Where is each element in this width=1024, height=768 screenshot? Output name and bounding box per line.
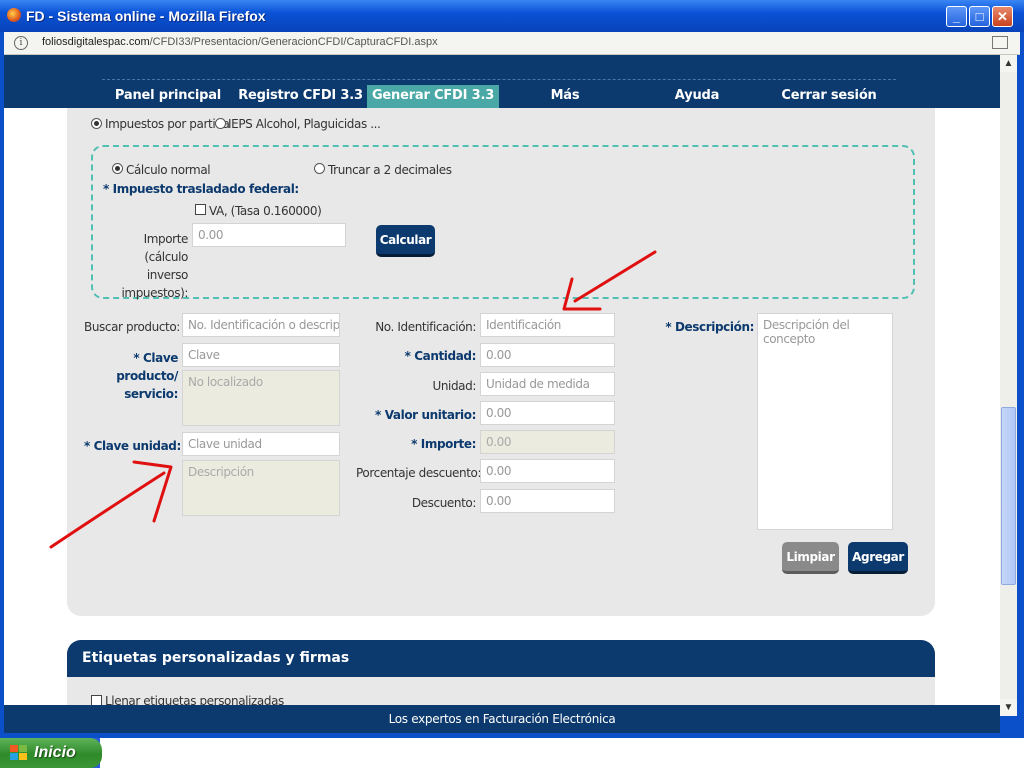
iva-checkbox[interactable] bbox=[195, 204, 206, 215]
clave-unidad-description: Descripción bbox=[182, 460, 340, 516]
porcentaje-descuento-label: Porcentaje descuento: bbox=[356, 466, 482, 480]
maximize-button[interactable]: □ bbox=[969, 6, 990, 27]
descuento-label: Descuento: bbox=[411, 496, 477, 510]
nav-panel-principal[interactable]: Panel principal bbox=[102, 85, 234, 108]
valor-unitario-input[interactable]: 0.00 bbox=[480, 401, 615, 425]
main-nav: Panel principal Registro CFDI 3.3 Genera… bbox=[4, 55, 1000, 108]
nav-registro-cfdi[interactable]: Registro CFDI 3.3 bbox=[234, 85, 367, 108]
page-viewport: Panel principal Registro CFDI 3.3 Genera… bbox=[4, 55, 1000, 705]
impuesto-federal-label: * Impuesto trasladado federal: bbox=[103, 182, 299, 196]
tax-calc-box bbox=[91, 145, 915, 299]
etiquetas-checkbox[interactable] bbox=[91, 695, 102, 705]
etiquetas-title: Etiquetas personalizadas y firmas bbox=[82, 650, 350, 666]
nav-ayuda[interactable]: Ayuda bbox=[631, 85, 763, 108]
clave-producto-input[interactable]: Clave bbox=[182, 343, 340, 367]
clave-producto-label: * Clave producto/ servicio: bbox=[116, 351, 178, 401]
importe-label: * Importe: bbox=[411, 437, 476, 451]
etiquetas-header: Etiquetas personalizadas y firmas bbox=[67, 640, 935, 677]
vertical-scrollbar[interactable]: ▲ ▼ bbox=[1000, 55, 1017, 716]
impuestos-partida-label: Impuestos por partida bbox=[105, 117, 230, 131]
scroll-up-icon[interactable]: ▲ bbox=[1000, 55, 1017, 72]
taskbar-redaction bbox=[100, 738, 1024, 768]
nav-divider bbox=[102, 79, 896, 80]
start-label: Inicio bbox=[34, 744, 76, 761]
nav-generar-cfdi[interactable]: Generar CFDI 3.3 bbox=[367, 85, 499, 108]
limpiar-button[interactable]: Limpiar bbox=[782, 542, 839, 574]
descuento-input[interactable]: 0.00 bbox=[480, 489, 615, 513]
scroll-down-icon[interactable]: ▼ bbox=[1000, 699, 1017, 716]
start-button[interactable]: Inicio bbox=[0, 738, 102, 768]
iva-label: VA, (Tasa 0.160000) bbox=[209, 204, 322, 218]
truncar-label: Truncar a 2 decimales bbox=[328, 163, 452, 177]
url-text[interactable]: foliosdigitalespac.com/CFDI33/Presentaci… bbox=[42, 36, 438, 48]
clave-unidad-input[interactable]: Clave unidad bbox=[182, 432, 340, 456]
ieps-radio[interactable] bbox=[215, 118, 226, 129]
windows-flag-icon bbox=[10, 745, 28, 761]
cantidad-label: * Cantidad: bbox=[404, 349, 477, 363]
taskbar bbox=[0, 738, 1024, 768]
calculo-normal-radio[interactable] bbox=[112, 163, 123, 174]
url-path: /CFDI33/Presentacion/GeneracionCFDI/Capt… bbox=[149, 36, 438, 48]
nav-cerrar-sesion[interactable]: Cerrar sesión bbox=[763, 85, 895, 108]
truncar-radio[interactable] bbox=[314, 163, 325, 174]
descripcion-label: * Descripción: bbox=[665, 320, 754, 334]
porcentaje-descuento-input[interactable]: 0.00 bbox=[480, 459, 615, 483]
unidad-input[interactable]: Unidad de medida bbox=[480, 372, 615, 396]
clave-producto-description: No localizado bbox=[182, 370, 340, 426]
clave-unidad-label: * Clave unidad: bbox=[84, 439, 181, 453]
calculo-normal-label: Cálculo normal bbox=[126, 163, 211, 177]
etiquetas-check-label: Llenar etiquetas personalizadas bbox=[105, 694, 284, 705]
ieps-label: IEPS Alcohol, Plaguicidas ... bbox=[228, 117, 381, 131]
descripcion-textarea[interactable]: Descripción del concepto bbox=[757, 313, 893, 530]
impuestos-partida-radio[interactable] bbox=[91, 118, 102, 129]
page-footer: Los expertos en Facturación Electrónica bbox=[4, 705, 1000, 733]
url-host: foliosdigitalespac.com bbox=[42, 36, 150, 48]
reader-view-icon[interactable] bbox=[992, 36, 1008, 49]
importe-inverso-input[interactable]: 0.00 bbox=[192, 223, 346, 247]
cantidad-input[interactable]: 0.00 bbox=[480, 343, 615, 367]
address-bar[interactable]: i foliosdigitalespac.com/CFDI33/Presenta… bbox=[4, 32, 1020, 55]
nav-mas[interactable]: Más bbox=[499, 85, 631, 108]
importe-inverso-label: Importe (cálculo inverso impuestos): bbox=[121, 232, 188, 300]
close-button[interactable]: ✕ bbox=[992, 6, 1013, 27]
agregar-button[interactable]: Agregar bbox=[848, 542, 908, 574]
title-bar: FD - Sistema online - Mozilla Firefox _ … bbox=[0, 0, 1024, 32]
buscar-producto-label: Buscar producto: bbox=[84, 320, 180, 334]
calcular-button[interactable]: Calcular bbox=[376, 225, 435, 257]
minimize-button[interactable]: _ bbox=[946, 6, 967, 27]
firefox-icon bbox=[7, 8, 21, 22]
buscar-producto-input[interactable]: No. Identificación o descripción bbox=[182, 313, 340, 337]
browser-window: FD - Sistema online - Mozilla Firefox _ … bbox=[0, 0, 1024, 738]
importe-input: 0.00 bbox=[480, 430, 615, 454]
no-identificacion-label: No. Identificación: bbox=[375, 320, 476, 334]
scroll-thumb[interactable] bbox=[1001, 407, 1016, 585]
etiquetas-panel: Etiquetas personalizadas y firmas Llenar… bbox=[67, 640, 935, 705]
unidad-label: Unidad: bbox=[432, 379, 476, 393]
valor-unitario-label: * Valor unitario: bbox=[375, 408, 476, 422]
info-icon[interactable]: i bbox=[14, 36, 28, 50]
window-title: FD - Sistema online - Mozilla Firefox bbox=[26, 8, 266, 24]
no-identificacion-input[interactable]: Identificación bbox=[480, 313, 615, 337]
